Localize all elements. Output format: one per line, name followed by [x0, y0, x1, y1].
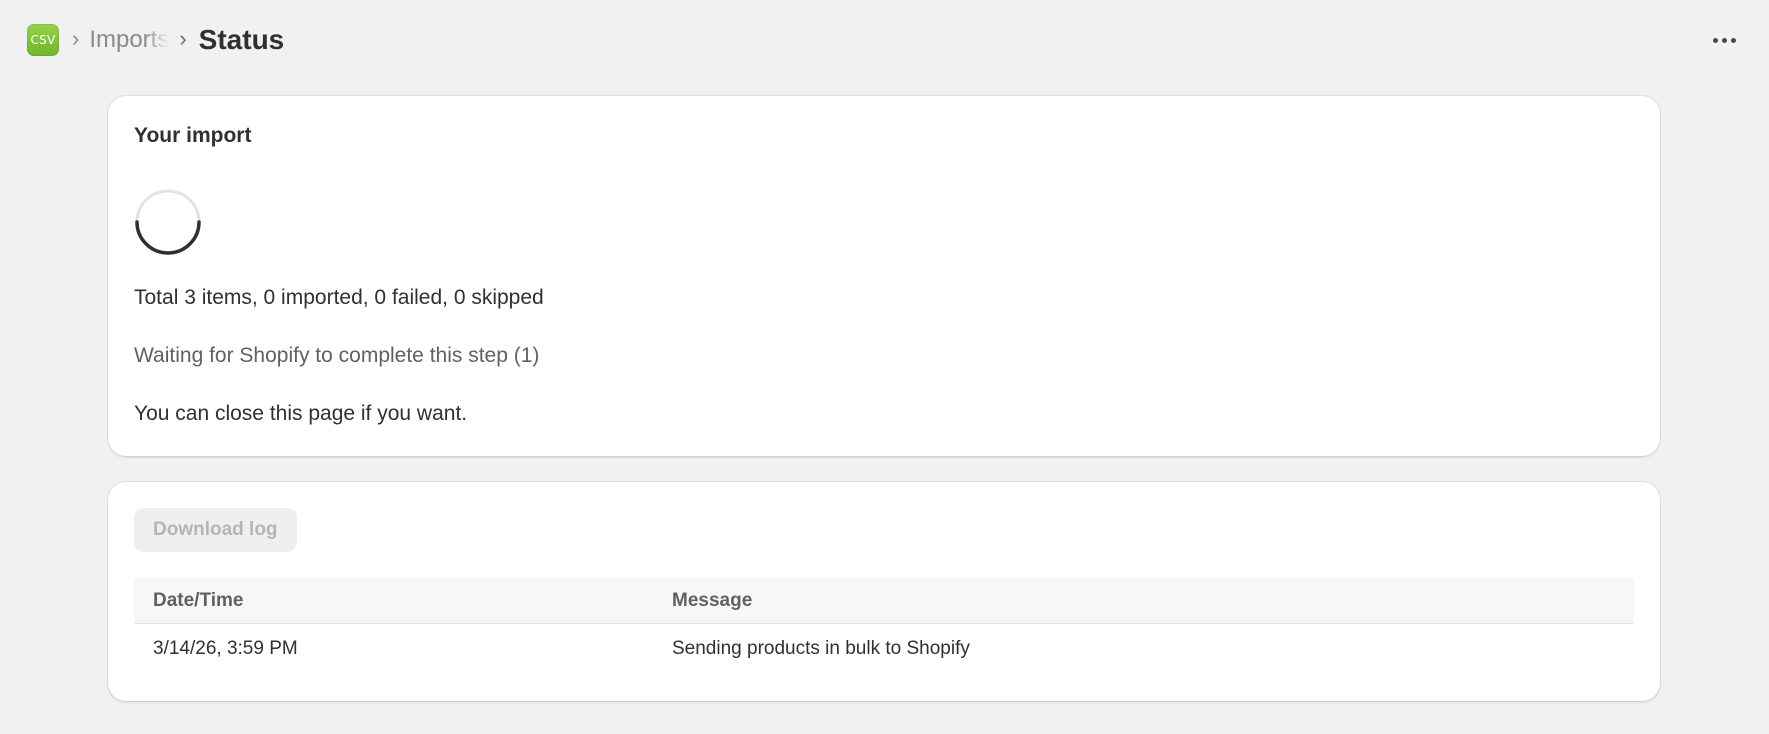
- more-actions-button[interactable]: [1707, 23, 1741, 57]
- more-horizontal-icon: [1730, 37, 1736, 43]
- top-bar: CSV › Imports › Status: [0, 0, 1769, 80]
- import-log-card: Download log Date/Time Message 3/14/26, …: [108, 482, 1660, 701]
- page-title: Status: [198, 24, 285, 55]
- loading-spinner-icon: [134, 188, 202, 256]
- waiting-status-text: Waiting for Shopify to complete this ste…: [134, 344, 540, 367]
- more-horizontal-icon: [1712, 37, 1718, 43]
- log-datetime-cell: 3/14/26, 3:59 PM: [153, 638, 298, 659]
- column-header-message: Message: [653, 578, 1634, 624]
- download-log-button[interactable]: Download log: [134, 508, 297, 552]
- log-table: Date/Time Message 3/14/26, 3:59 PM Sendi…: [134, 578, 1634, 674]
- chevron-right-icon: ›: [72, 26, 80, 51]
- chevron-right-icon: ›: [179, 26, 187, 51]
- log-message-cell: Sending products in bulk to Shopify: [672, 638, 970, 659]
- breadcrumb-imports-link[interactable]: Imports: [89, 26, 169, 54]
- csv-app-icon[interactable]: CSV: [27, 24, 59, 56]
- app-icon-label: CSV: [30, 33, 56, 47]
- table-row: 3/14/26, 3:59 PM Sending products in bul…: [134, 624, 1634, 675]
- import-status-card: Your import Total 3 items, 0 imported, 0…: [108, 96, 1660, 456]
- more-horizontal-icon: [1721, 37, 1727, 43]
- close-page-hint: You can close this page if you want.: [134, 402, 468, 425]
- card-title: Your import: [134, 124, 252, 147]
- table-header-row: Date/Time Message: [134, 578, 1634, 624]
- import-totals-text: Total 3 items, 0 imported, 0 failed, 0 s…: [134, 286, 544, 309]
- column-header-datetime: Date/Time: [134, 578, 653, 624]
